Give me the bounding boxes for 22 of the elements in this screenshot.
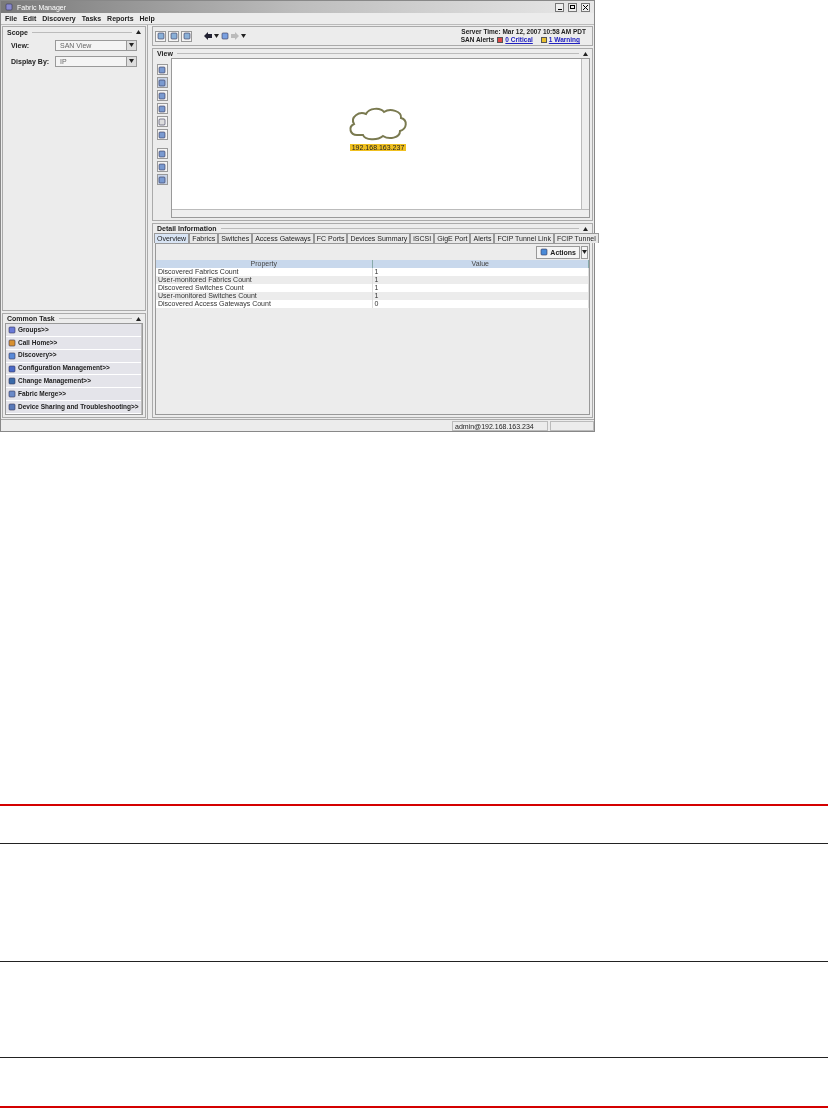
dropdown-arrow-icon[interactable] [241,34,246,38]
dropdown-arrow-icon [129,43,134,47]
dropdown-arrow-icon [582,250,587,254]
horizontal-scrollbar[interactable] [172,209,589,217]
vertical-scrollbar[interactable] [581,59,589,209]
dropdown-arrow-icon [129,59,134,63]
scrollbar[interactable] [140,324,142,414]
close-button[interactable] [581,2,590,12]
dropdown-button[interactable] [581,245,588,259]
back-arrow-icon [204,32,212,40]
collapse-arrow-icon[interactable] [136,316,141,321]
forward-arrow-icon [231,32,239,40]
collapse-arrow-icon[interactable] [583,51,588,56]
maximize-button[interactable] [568,2,577,12]
minimize-button[interactable] [555,2,564,12]
cloud-icon[interactable] [347,107,409,141]
status-field [550,420,594,431]
app-icon [5,3,13,11]
collapse-arrow-icon[interactable] [136,30,141,34]
back-button[interactable] [204,32,212,40]
dropdown-arrow-icon[interactable] [214,34,219,38]
collapse-arrow-icon[interactable] [583,226,588,231]
